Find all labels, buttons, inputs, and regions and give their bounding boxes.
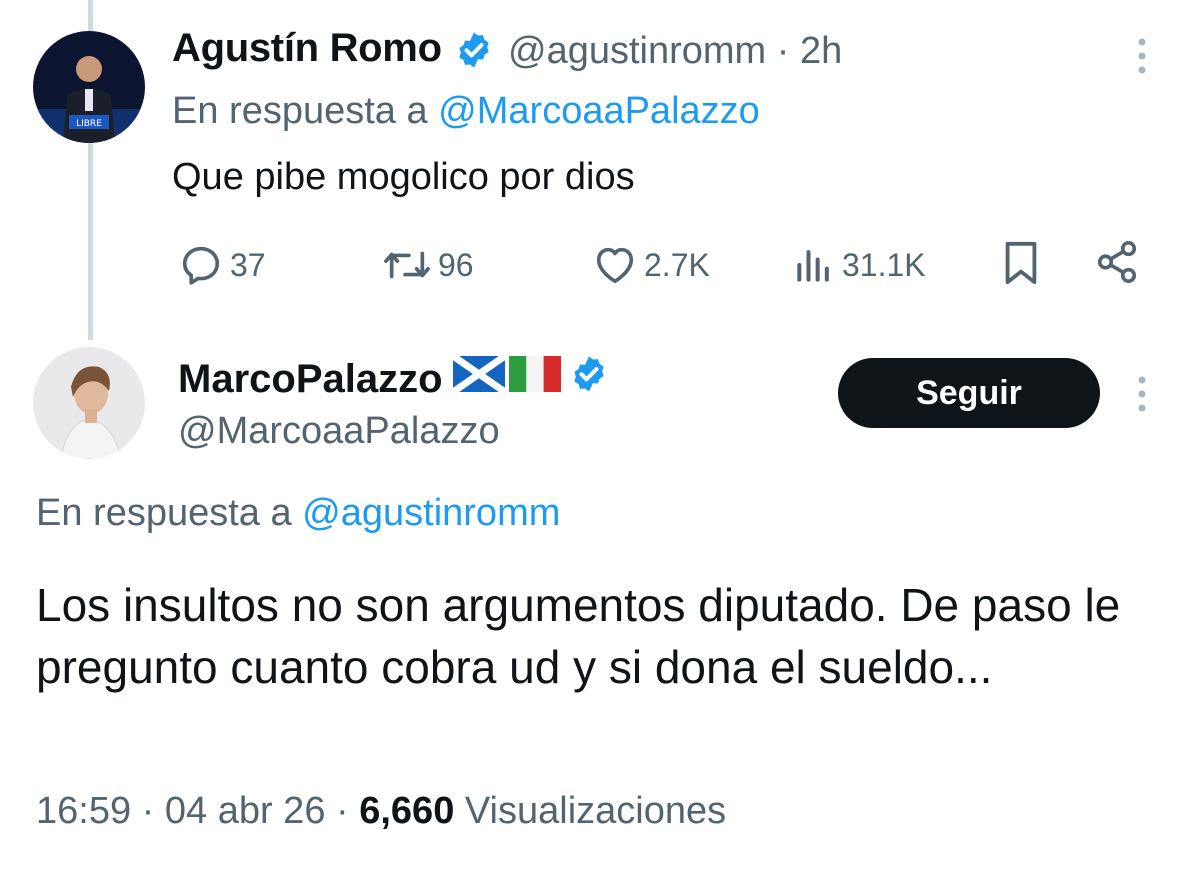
retweet-icon	[384, 251, 430, 279]
parent-author-name[interactable]: Agustín Romo	[172, 26, 442, 71]
tweet-meta: 16:59 · 04 abr 26 · 6,660 Visualizacione…	[36, 790, 726, 833]
views-count: 31.1K	[842, 246, 926, 283]
tweet-time[interactable]: 16:59	[36, 790, 131, 832]
main-handle[interactable]: @MarcoaaPalazzo	[178, 410, 500, 453]
parent-handle-time: @agustinromm · 2h	[508, 30, 842, 73]
more-options-icon[interactable]	[1132, 376, 1152, 417]
like-count: 2.7K	[644, 246, 710, 283]
reply-icon	[182, 246, 220, 285]
reply-to-link[interactable]: @agustinromm	[302, 492, 560, 534]
views-total: 6,660	[359, 790, 455, 832]
main-tweet-text: Los insultos no son argumentos diputado.…	[36, 579, 1121, 693]
views-action[interactable]: 31.1K	[792, 242, 926, 288]
parent-tweet-text: Que pibe mogolico por dios	[172, 156, 635, 198]
parent-handle[interactable]: @agustinromm	[508, 30, 766, 72]
parent-time[interactable]: 2h	[800, 30, 842, 72]
share-icon[interactable]	[1094, 238, 1140, 291]
views-icon	[797, 250, 829, 282]
meta-separator: ·	[336, 790, 349, 832]
scotland-flag-icon	[450, 353, 507, 402]
verified-badge-icon	[454, 30, 494, 75]
retweet-count: 96	[438, 246, 474, 283]
retweet-action[interactable]: 96	[382, 242, 474, 288]
main-reply-context: En respuesta a @agustinromm	[36, 492, 560, 535]
reply-action[interactable]: 37	[178, 242, 266, 288]
like-icon	[596, 247, 634, 284]
main-author-row: MarcoPalazzo	[178, 353, 609, 404]
meta-separator: ·	[141, 790, 155, 832]
tweet-date[interactable]: 04 abr 26	[165, 790, 326, 832]
reply-prefix: En respuesta a	[172, 90, 428, 132]
time-separator: ·	[776, 30, 790, 72]
svg-text:LIBRE: LIBRE	[76, 119, 102, 129]
more-options-icon[interactable]	[1132, 38, 1152, 79]
avatar-agustin-romo[interactable]: LIBRE	[33, 31, 145, 143]
parent-reply-context: En respuesta a @MarcoaaPalazzo	[172, 90, 760, 133]
reply-to-link[interactable]: @MarcoaaPalazzo	[438, 90, 760, 132]
avatar-marco-palazzo[interactable]	[33, 347, 145, 459]
views-label[interactable]: Visualizaciones	[465, 790, 726, 832]
like-action[interactable]: 2.7K	[592, 242, 710, 288]
verified-badge-icon	[569, 354, 609, 404]
reply-count: 37	[230, 246, 266, 283]
reply-prefix: En respuesta a	[36, 492, 292, 534]
italy-flag-icon	[508, 356, 561, 402]
bookmark-icon[interactable]	[998, 238, 1044, 293]
main-author-name[interactable]: MarcoPalazzo	[178, 357, 443, 402]
follow-button[interactable]: Seguir	[838, 358, 1100, 428]
